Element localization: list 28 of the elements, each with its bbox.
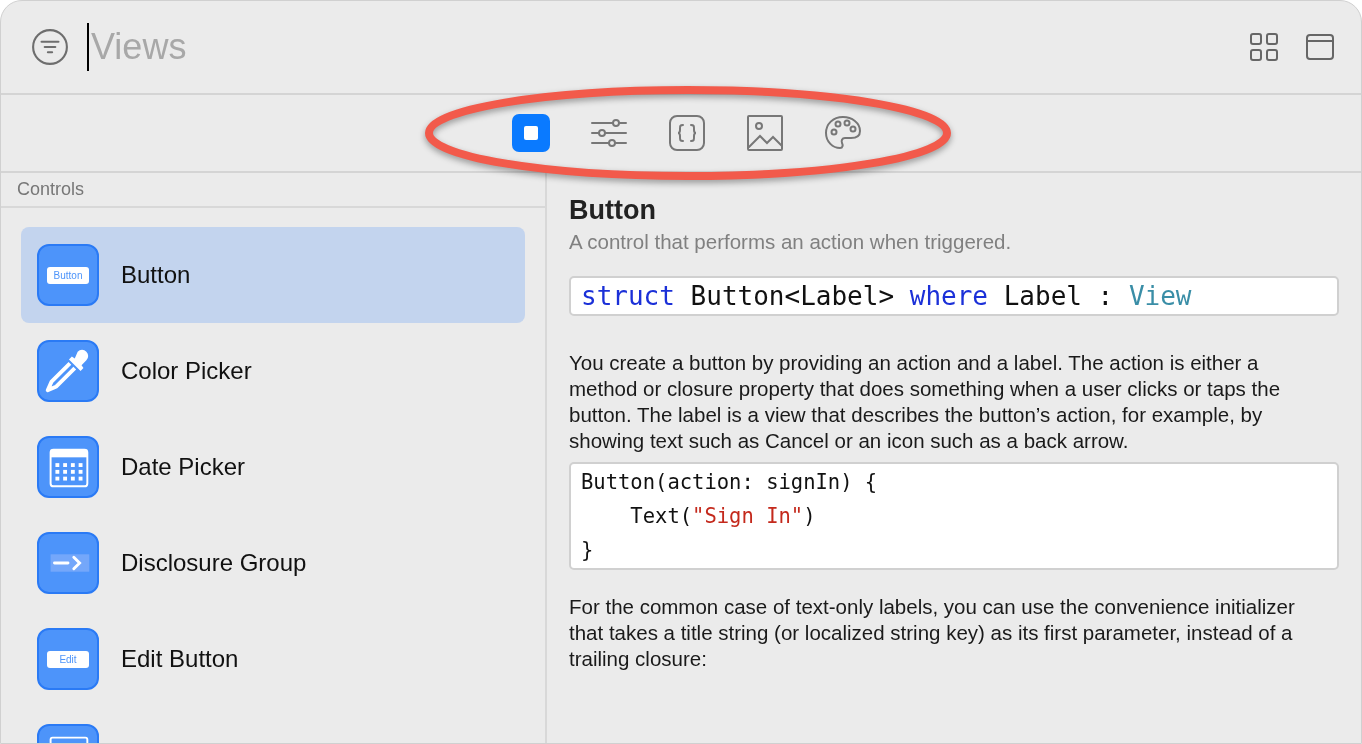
description-paragraph: You create a button by providing an action and a label. The action is either a method or closure property that does something when a user clicks or taps the button. The label is a view that describes the button’s action, for example, by showing text such as Cancel or an icon such as a back arrow. xyxy=(569,350,1282,454)
disclosure-icon xyxy=(37,532,99,594)
grid-view-icon[interactable] xyxy=(1249,32,1279,62)
filter-icon[interactable] xyxy=(31,28,69,66)
library-tab[interactable] xyxy=(668,114,706,152)
dropper-icon xyxy=(37,340,99,402)
declaration-code: struct Button<Label> where Label : View xyxy=(569,276,1339,316)
photo-icon xyxy=(746,114,784,152)
sidebar-item[interactable]: Date Picker xyxy=(21,419,525,515)
code-example: Button(action: signIn) { Text("Sign In") } xyxy=(569,462,1339,570)
library-tab[interactable] xyxy=(746,114,784,152)
sidebar-item[interactable]: Edit Edit Button xyxy=(21,611,525,707)
description-paragraph: For the common case of text-only labels, you can use the convenience initializer that takes a title string (or localized string key) as its first parameter, instead of a trailing closure: xyxy=(569,594,1296,672)
sidebar-item[interactable]: Button Button xyxy=(21,227,525,323)
window-view-icon[interactable] xyxy=(1305,32,1335,62)
sidebar-item[interactable]: Disclosure Group xyxy=(21,515,525,611)
search-field[interactable]: Views xyxy=(89,26,391,68)
palette-icon xyxy=(824,114,862,152)
braces-icon xyxy=(668,114,706,152)
detail-title: Button xyxy=(569,195,657,226)
calendar-icon xyxy=(37,436,99,498)
detail-subtitle: A control that performs an action when triggered. xyxy=(569,230,1013,254)
library-tab[interactable] xyxy=(512,114,550,152)
button-icon: Button xyxy=(37,244,99,306)
library-tab[interactable] xyxy=(824,114,862,152)
section-header: Controls xyxy=(1,173,545,208)
sidebar-item[interactable]: Color Picker xyxy=(21,323,525,419)
button-icon: Edit xyxy=(37,628,99,690)
